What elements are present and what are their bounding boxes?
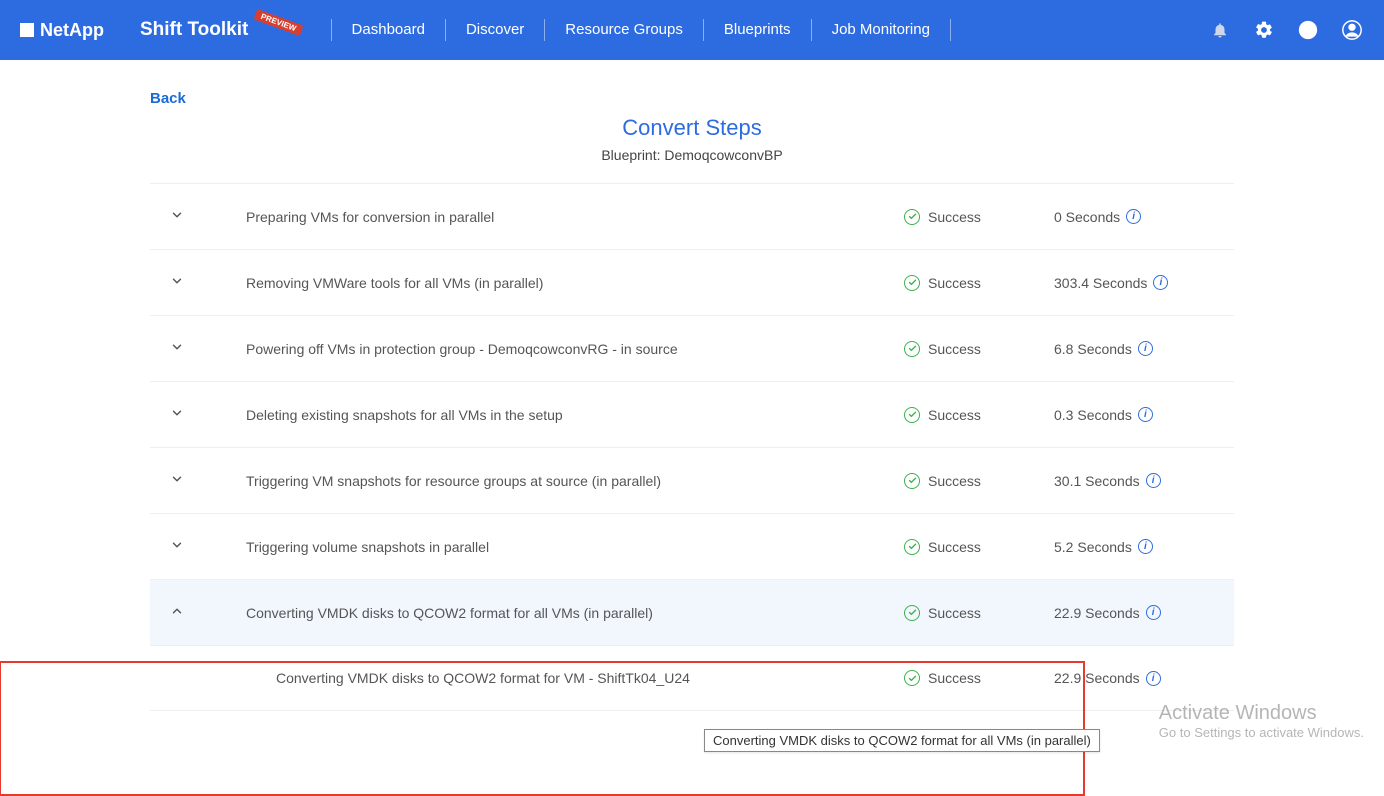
- chevron-down-icon[interactable]: [170, 406, 190, 423]
- step-duration: 303.4 Seconds i: [1054, 275, 1214, 291]
- page-title: Convert Steps: [150, 115, 1234, 141]
- duration-text: 5.2 Seconds: [1054, 539, 1132, 555]
- status-text: Success: [928, 209, 981, 225]
- success-check-icon: [904, 407, 920, 423]
- success-check-icon: [904, 473, 920, 489]
- duration-text: 22.9 Seconds: [1054, 670, 1140, 686]
- status-text: Success: [928, 275, 981, 291]
- step-row: Removing VMWare tools for all VMs (in pa…: [150, 250, 1234, 316]
- step-row: Powering off VMs in protection group - D…: [150, 316, 1234, 382]
- nav-dashboard[interactable]: Dashboard: [332, 20, 445, 40]
- page-content: Back Convert Steps Blueprint: Demoqcowco…: [0, 60, 1384, 771]
- svg-text:?: ?: [1304, 24, 1311, 37]
- settings-icon[interactable]: [1252, 18, 1276, 42]
- status-text: Success: [928, 473, 981, 489]
- duration-text: 6.8 Seconds: [1054, 341, 1132, 357]
- netapp-logo-icon: [20, 23, 34, 37]
- success-check-icon: [904, 275, 920, 291]
- step-description: Converting VMDK disks to QCOW2 format fo…: [190, 670, 904, 686]
- step-description: Powering off VMs in protection group - D…: [190, 341, 904, 357]
- duration-text: 30.1 Seconds: [1054, 473, 1140, 489]
- status-text: Success: [928, 407, 981, 423]
- brand-text: NetApp: [40, 20, 104, 41]
- chevron-down-icon[interactable]: [170, 472, 190, 489]
- step-row: Converting VMDK disks to QCOW2 format fo…: [150, 646, 1234, 711]
- step-description: Preparing VMs for conversion in parallel: [190, 209, 904, 225]
- step-duration: 5.2 Seconds i: [1054, 539, 1214, 555]
- step-description: Triggering VM snapshots for resource gro…: [190, 473, 904, 489]
- step-description: Deleting existing snapshots for all VMs …: [190, 407, 904, 423]
- step-row: Deleting existing snapshots for all VMs …: [150, 382, 1234, 448]
- step-duration: 0 Seconds i: [1054, 209, 1214, 225]
- step-row: Preparing VMs for conversion in parallel…: [150, 184, 1234, 250]
- step-status: Success: [904, 275, 1054, 291]
- chevron-down-icon[interactable]: [170, 208, 190, 225]
- info-icon[interactable]: i: [1146, 671, 1161, 686]
- step-description: Converting VMDK disks to QCOW2 format fo…: [190, 605, 904, 621]
- blueprint-subtitle: Blueprint: DemoqcowconvBP: [150, 147, 1234, 163]
- step-status: Success: [904, 473, 1054, 489]
- success-check-icon: [904, 341, 920, 357]
- duration-text: 0 Seconds: [1054, 209, 1120, 225]
- status-text: Success: [928, 539, 981, 555]
- step-status: Success: [904, 407, 1054, 423]
- chevron-up-icon[interactable]: [170, 604, 190, 621]
- step-duration: 30.1 Seconds i: [1054, 473, 1214, 489]
- user-account-icon[interactable]: [1340, 18, 1364, 42]
- status-text: Success: [928, 341, 981, 357]
- notifications-icon[interactable]: [1208, 18, 1232, 42]
- steps-list: Preparing VMs for conversion in parallel…: [150, 183, 1234, 711]
- step-row: Triggering volume snapshots in parallel S…: [150, 514, 1234, 580]
- step-description: Triggering volume snapshots in parallel: [190, 539, 904, 555]
- tooltip: Converting VMDK disks to QCOW2 format fo…: [704, 729, 1100, 752]
- top-navigation-bar: NetApp Shift Toolkit PREVIEW Dashboard D…: [0, 0, 1384, 60]
- success-check-icon: [904, 605, 920, 621]
- nav-resource-groups[interactable]: Resource Groups: [545, 20, 703, 40]
- chevron-down-icon[interactable]: [170, 340, 190, 357]
- success-check-icon: [904, 209, 920, 225]
- nav-blueprints[interactable]: Blueprints: [704, 20, 811, 40]
- success-check-icon: [904, 539, 920, 555]
- step-row: Triggering VM snapshots for resource gro…: [150, 448, 1234, 514]
- success-check-icon: [904, 670, 920, 686]
- product-name: Shift Toolkit PREVIEW: [140, 19, 303, 41]
- duration-text: 22.9 Seconds: [1054, 605, 1140, 621]
- step-status: Success: [904, 341, 1054, 357]
- main-nav: Dashboard Discover Resource Groups Bluep…: [331, 19, 951, 41]
- nav-job-monitoring[interactable]: Job Monitoring: [812, 20, 950, 40]
- nav-divider: [950, 19, 951, 41]
- duration-text: 0.3 Seconds: [1054, 407, 1132, 423]
- step-duration: 6.8 Seconds i: [1054, 341, 1214, 357]
- info-icon[interactable]: i: [1146, 473, 1161, 488]
- nav-discover[interactable]: Discover: [446, 20, 544, 40]
- step-status: Success: [904, 670, 1054, 686]
- product-name-text: Shift Toolkit: [140, 19, 248, 40]
- info-icon[interactable]: i: [1138, 407, 1153, 422]
- step-status: Success: [904, 209, 1054, 225]
- status-text: Success: [928, 670, 981, 686]
- preview-badge: PREVIEW: [253, 9, 303, 36]
- step-description: Removing VMWare tools for all VMs (in pa…: [190, 275, 904, 291]
- step-duration: 22.9 Seconds i: [1054, 670, 1214, 686]
- info-icon[interactable]: i: [1138, 539, 1153, 554]
- brand-logo: NetApp: [20, 20, 104, 41]
- info-icon[interactable]: i: [1126, 209, 1141, 224]
- step-duration: 0.3 Seconds i: [1054, 407, 1214, 423]
- step-status: Success: [904, 605, 1054, 621]
- step-duration: 22.9 Seconds i: [1054, 605, 1214, 621]
- info-icon[interactable]: i: [1138, 341, 1153, 356]
- chevron-down-icon[interactable]: [170, 538, 190, 555]
- step-status: Success: [904, 539, 1054, 555]
- topbar-actions: ?: [1208, 18, 1364, 42]
- status-text: Success: [928, 605, 981, 621]
- info-icon[interactable]: i: [1153, 275, 1168, 290]
- help-icon[interactable]: ?: [1296, 18, 1320, 42]
- info-icon[interactable]: i: [1146, 605, 1161, 620]
- step-row: Converting VMDK disks to QCOW2 format fo…: [150, 580, 1234, 646]
- duration-text: 303.4 Seconds: [1054, 275, 1147, 291]
- chevron-down-icon[interactable]: [170, 274, 190, 291]
- back-link[interactable]: Back: [150, 90, 1234, 107]
